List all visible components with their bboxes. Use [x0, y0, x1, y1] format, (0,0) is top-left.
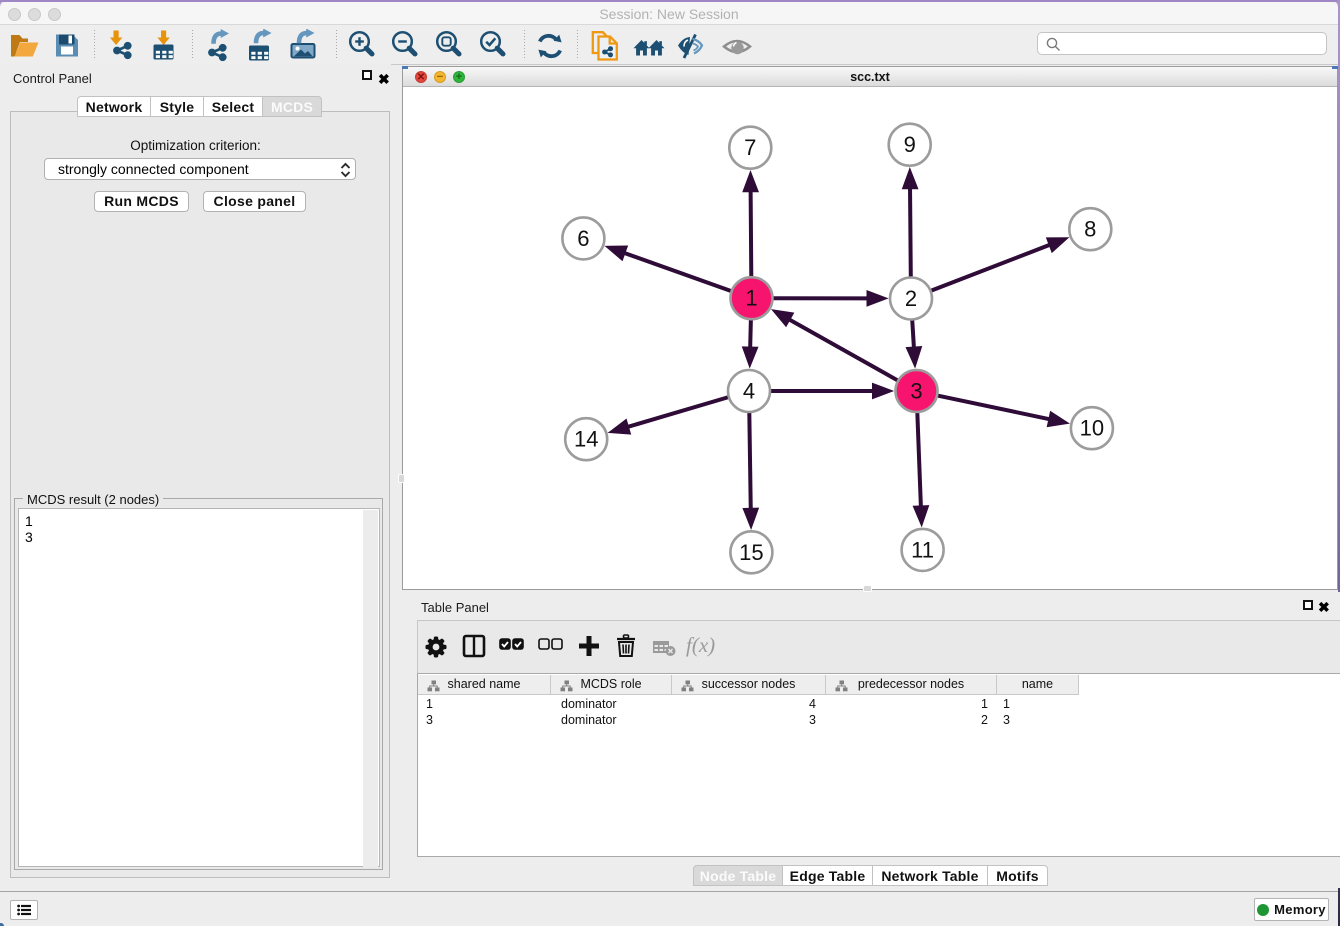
svg-text:f(x): f(x): [686, 633, 715, 657]
svg-text:7: 7: [744, 135, 756, 160]
svg-text:14: 14: [574, 427, 598, 452]
svg-text:8: 8: [1084, 217, 1096, 242]
svg-text:2: 2: [905, 286, 917, 311]
svg-text:4: 4: [743, 379, 755, 404]
svg-text:6: 6: [577, 226, 589, 251]
svg-text:15: 15: [739, 540, 763, 565]
svg-text:10: 10: [1080, 416, 1104, 441]
svg-text:3: 3: [910, 379, 922, 404]
svg-text:11: 11: [911, 537, 934, 562]
svg-text:1: 1: [745, 286, 757, 311]
svg-text:9: 9: [904, 132, 916, 157]
